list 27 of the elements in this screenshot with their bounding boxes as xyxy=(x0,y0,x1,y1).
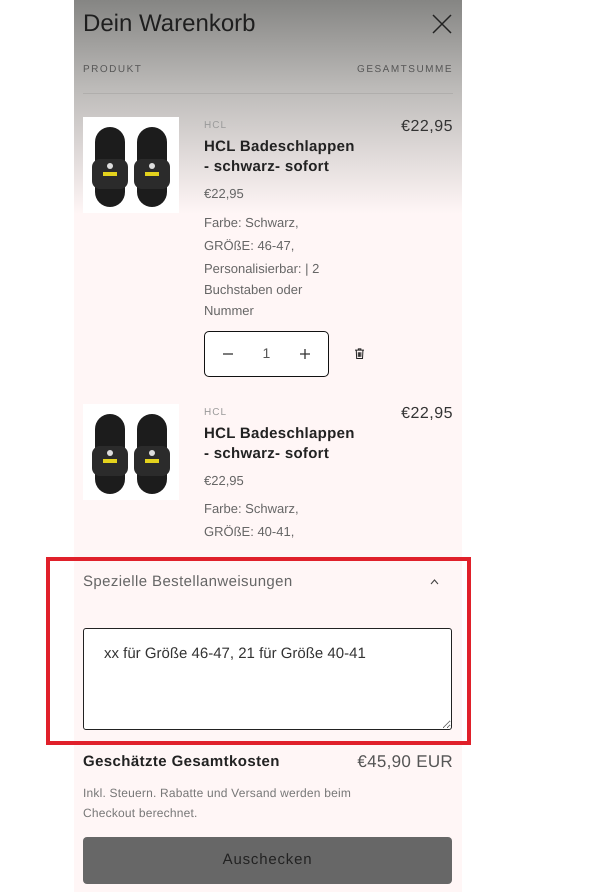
total-label: Geschätzte Gesamtkosten xyxy=(83,752,280,772)
total-value: €45,90 EUR xyxy=(357,751,453,773)
unit-price: €22,95 xyxy=(204,472,245,490)
column-header: PRODUKT xyxy=(83,63,142,77)
product-brand: HCL xyxy=(204,119,228,133)
product-name[interactable]: HCL Badeschlappen - schwarz- sofort xyxy=(204,137,364,177)
instructions-field[interactable]: xx für Größe 46-47, 21 für Größe 40-41 xyxy=(83,628,452,730)
product-option: Farbe: Schwarz, xyxy=(204,212,344,232)
quantity-value[interactable]: 1 xyxy=(262,343,270,364)
instructions-label[interactable]: Spezielle Bestellanweisungen xyxy=(83,570,293,594)
product-option: GRÖßE: 40-41, xyxy=(204,521,344,542)
quantity-stepper[interactable]: 1 xyxy=(204,330,329,376)
line-total: €22,95 xyxy=(401,404,453,424)
product-brand: HCL xyxy=(204,406,228,420)
column-header: GESAMTSUMME xyxy=(357,63,453,77)
unit-price: €22,95 xyxy=(204,185,245,203)
product-option: Farbe: Schwarz, xyxy=(204,498,344,519)
plus-icon[interactable] xyxy=(300,348,310,358)
product-option: GRÖßE: 46-47, xyxy=(204,234,344,256)
tax-note: Inkl. Steuern. Rabatte und Versand werden beim Checkout berechnet. xyxy=(83,784,352,822)
chevron-icon[interactable] xyxy=(430,579,439,585)
product-name[interactable]: HCL Badeschlappen - schwarz- sofort xyxy=(204,424,364,464)
close-icon[interactable] xyxy=(431,13,453,35)
product-option: Personalisierbar: | 2 Buchstaben oder Nummer xyxy=(204,258,344,320)
trash-icon[interactable] xyxy=(354,347,364,360)
line-total: €22,95 xyxy=(401,117,453,137)
cart-title: Dein Warenkorb xyxy=(83,9,256,39)
